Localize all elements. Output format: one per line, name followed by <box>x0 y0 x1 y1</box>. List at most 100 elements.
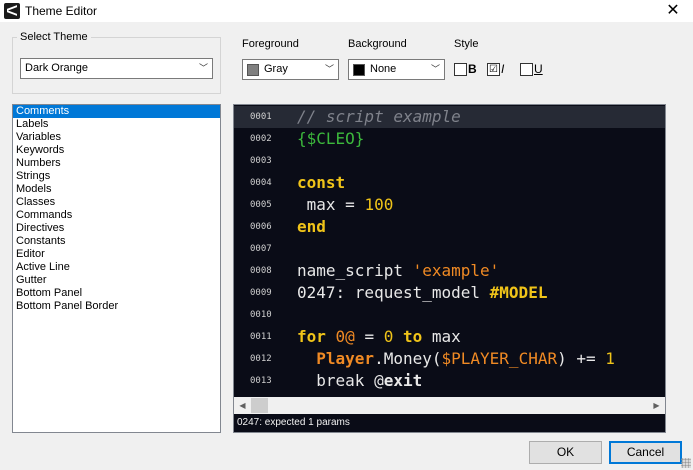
background-label: Background <box>348 38 407 50</box>
italic-checkbox[interactable]: ☑ <box>487 63 500 76</box>
code-line[interactable]: 0002 {$CLEO} <box>234 128 665 150</box>
close-button[interactable]: ✕ <box>653 0 693 22</box>
code-token: ) += <box>557 349 606 368</box>
code-token: // script example <box>297 107 461 126</box>
line-number: 0007 <box>250 244 272 254</box>
list-item[interactable]: Classes <box>13 196 220 209</box>
status-message: 0247: expected 1 params <box>237 417 350 428</box>
foreground-select-value: Gray <box>264 63 288 75</box>
code-token: for <box>297 327 326 346</box>
code-token: max = <box>297 195 365 214</box>
code-token: 'example' <box>412 261 500 280</box>
list-item[interactable]: Constants <box>13 235 220 248</box>
code-text: break @exit <box>297 371 422 391</box>
code-line[interactable]: 0013 break @exit <box>234 370 665 392</box>
line-number: 0008 <box>250 266 272 276</box>
code-token: = <box>354 327 384 346</box>
chevron-down-icon: ﹀ <box>324 64 334 74</box>
line-number: 0006 <box>250 222 272 232</box>
code-token: $PLAYER_CHAR <box>441 349 558 368</box>
code-line[interactable]: 0003 <box>234 150 665 172</box>
line-number: 0001 <box>250 112 272 122</box>
line-number: 0013 <box>250 376 272 386</box>
list-item[interactable]: Variables <box>13 131 220 144</box>
code-text: Player.Money($PLAYER_CHAR) += 1 <box>297 349 615 369</box>
list-item[interactable]: Models <box>13 183 220 196</box>
code-preview-editor[interactable]: 0001 // script example 0002 {$CLEO} 0003 0004… <box>233 104 666 433</box>
background-color-swatch <box>353 64 365 76</box>
code-token: .Money( <box>374 349 442 368</box>
ok-button[interactable]: OK <box>529 441 602 464</box>
code-text: max = 100 <box>297 195 394 215</box>
foreground-select[interactable]: Gray ﹀ <box>242 59 339 80</box>
list-item[interactable]: Directives <box>13 222 220 235</box>
code-token: max <box>422 327 461 346</box>
code-token: const <box>297 173 346 192</box>
background-select-value: None <box>370 63 397 75</box>
underline-checkbox[interactable] <box>520 63 533 76</box>
code-text: name_script 'example' <box>297 261 499 281</box>
code-line[interactable]: 0004 const <box>234 172 665 194</box>
scrollbar-thumb[interactable] <box>251 398 268 413</box>
background-select[interactable]: None ﹀ <box>348 59 445 80</box>
bold-checkbox[interactable] <box>454 63 467 76</box>
code-area[interactable]: 0001 // script example 0002 {$CLEO} 0003 0004… <box>234 105 665 397</box>
code-line[interactable]: 0005 max = 100 <box>234 194 665 216</box>
title-bar: Theme Editor ✕ <box>0 0 693 22</box>
bold-label: B <box>468 62 477 76</box>
code-token: end <box>297 217 326 236</box>
italic-label: I <box>501 62 505 76</box>
theme-elements-list[interactable]: Comments Labels Variables Keywords Numbers St… <box>12 104 221 433</box>
select-theme-label: Select Theme <box>17 31 91 43</box>
code-token: 0@ <box>335 327 355 346</box>
code-line[interactable]: 0001 // script example <box>234 106 665 128</box>
window-title: Theme Editor <box>25 4 98 18</box>
list-item[interactable]: Strings <box>13 170 220 183</box>
theme-select[interactable]: Dark Orange ﹀ <box>20 58 213 79</box>
code-token: exit <box>383 371 423 390</box>
list-item[interactable]: Comments <box>13 105 220 118</box>
code-line[interactable]: 0009 0247: request_model #MODEL <box>234 282 665 304</box>
code-line[interactable]: 0012 Player.Money($PLAYER_CHAR) += 1 <box>234 348 665 370</box>
bottom-panel: 0247: expected 1 params <box>234 414 665 432</box>
scroll-right-icon[interactable]: ▶ <box>648 397 665 414</box>
underline-label: U <box>534 62 543 76</box>
list-item[interactable]: Bottom Panel Border <box>13 300 220 313</box>
code-line[interactable]: 0011 for 0@ = 0 to max <box>234 326 665 348</box>
code-line[interactable]: 0010 <box>234 304 665 326</box>
line-number: 0011 <box>250 332 272 342</box>
list-item[interactable]: Keywords <box>13 144 220 157</box>
cancel-button[interactable]: Cancel <box>609 441 682 464</box>
chevron-down-icon: ﹀ <box>198 63 208 73</box>
code-line[interactable]: 0008 name_script 'example' <box>234 260 665 282</box>
code-token: {$CLEO} <box>297 129 365 148</box>
list-item[interactable]: Gutter <box>13 274 220 287</box>
code-line[interactable]: 0006 end <box>234 216 665 238</box>
code-token: 0 <box>383 327 394 346</box>
code-text: {$CLEO} <box>297 129 364 149</box>
code-token: 100 <box>364 195 394 214</box>
list-item[interactable]: Active Line <box>13 261 220 274</box>
line-number: 0010 <box>250 310 272 320</box>
code-text: const <box>297 173 345 193</box>
list-item[interactable]: Numbers <box>13 157 220 170</box>
code-line[interactable]: 0007 <box>234 238 665 260</box>
foreground-color-swatch <box>247 64 259 76</box>
foreground-label: Foreground <box>242 38 299 50</box>
list-item[interactable]: Editor <box>13 248 220 261</box>
code-token: name_script <box>297 261 413 280</box>
horizontal-scrollbar[interactable]: ◀ ▶ <box>234 397 665 414</box>
list-item[interactable]: Bottom Panel <box>13 287 220 300</box>
line-number: 0009 <box>250 288 272 298</box>
resize-grip-icon[interactable] <box>681 458 691 468</box>
code-token: 1 <box>605 349 615 368</box>
line-number: 0004 <box>250 178 272 188</box>
list-item[interactable]: Commands <box>13 209 220 222</box>
line-number: 0002 <box>250 134 272 144</box>
code-token: to <box>403 327 423 346</box>
scroll-left-icon[interactable]: ◀ <box>234 397 251 414</box>
code-text: 0247: request_model #MODEL <box>297 283 547 303</box>
code-token: Player <box>316 349 375 368</box>
list-item[interactable]: Labels <box>13 118 220 131</box>
